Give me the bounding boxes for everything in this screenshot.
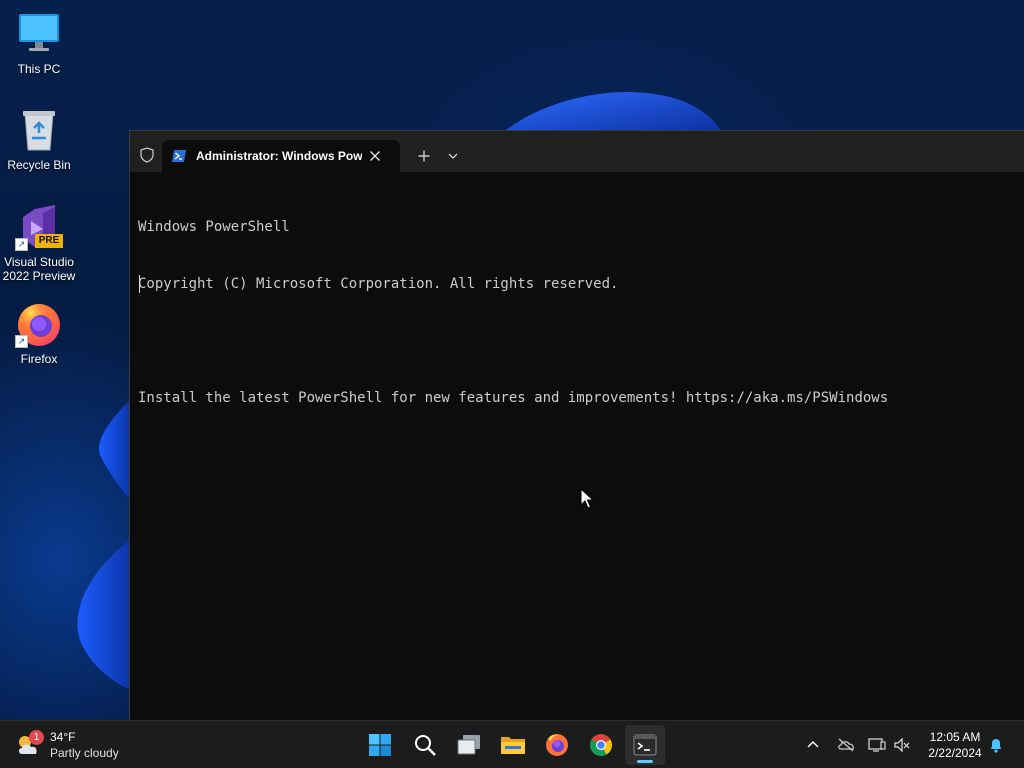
onedrive-tray-button[interactable] bbox=[834, 733, 858, 757]
console-output[interactable]: Windows PowerShell Copyright (C) Microso… bbox=[138, 180, 1024, 720]
clock[interactable]: 12:05 AM 2/22/2024 bbox=[918, 729, 992, 761]
mouse-pointer-icon bbox=[580, 488, 594, 509]
plus-icon bbox=[418, 150, 430, 162]
notifications-button[interactable] bbox=[984, 733, 1008, 757]
firefox-icon: ↗ bbox=[15, 300, 63, 348]
desktop-icon-label: Firefox bbox=[20, 352, 58, 366]
weather-text: 34°F Partly cloudy bbox=[50, 729, 119, 761]
new-tab-button[interactable] bbox=[413, 145, 435, 167]
desktop-icon-visual-studio[interactable]: PRE ↗ Visual Studio 2022 Preview bbox=[0, 203, 78, 283]
volume-muted-icon bbox=[894, 737, 910, 753]
search-icon bbox=[415, 735, 436, 756]
text-cursor bbox=[139, 275, 140, 293]
desktop-icon-label: This PC bbox=[17, 62, 61, 76]
taskbar: 1 34°F Partly cloudy 12:05 AM 2/22/2024 bbox=[0, 720, 1024, 768]
recycle-bin-icon bbox=[15, 106, 63, 154]
network-icon bbox=[868, 738, 886, 752]
chevron-down-icon bbox=[448, 153, 458, 159]
active-indicator bbox=[637, 760, 653, 763]
firefox-taskbar-button[interactable] bbox=[537, 725, 577, 765]
partly-cloudy-icon: 1 bbox=[14, 730, 44, 760]
clock-date: 2/22/2024 bbox=[928, 746, 982, 760]
shield-icon bbox=[137, 145, 157, 165]
show-hidden-icons-button[interactable] bbox=[801, 733, 825, 757]
visual-studio-icon: PRE ↗ bbox=[15, 203, 63, 251]
desktop-icon-label: Recycle Bin bbox=[7, 158, 71, 172]
terminal-tab[interactable]: Administrator: Windows PowerShell bbox=[162, 140, 400, 172]
file-explorer-button[interactable] bbox=[493, 725, 533, 765]
console-line: Copyright (C) Microsoft Corporation. All… bbox=[138, 276, 619, 292]
volume-tray-button[interactable] bbox=[890, 733, 914, 757]
weather-widget[interactable]: 1 34°F Partly cloudy bbox=[14, 727, 119, 763]
desktop-icon-label: 2022 Preview bbox=[2, 269, 76, 283]
start-icon bbox=[369, 734, 391, 756]
powershell-icon bbox=[171, 148, 187, 164]
bell-icon bbox=[991, 739, 1001, 753]
tab-dropdown-button[interactable] bbox=[442, 145, 464, 167]
tab-title: Administrator: Windows PowerShell bbox=[196, 149, 362, 163]
chrome-icon bbox=[590, 734, 612, 756]
cloud-offline-icon bbox=[838, 738, 854, 752]
notification-badge: 1 bbox=[29, 730, 44, 745]
weather-desc: Partly cloudy bbox=[50, 746, 119, 760]
pre-badge: PRE bbox=[35, 234, 63, 248]
firefox-icon bbox=[546, 734, 568, 756]
chevron-up-icon bbox=[807, 741, 819, 748]
desktop-icon-label: Visual Studio bbox=[4, 255, 74, 269]
clock-time: 12:05 AM bbox=[929, 730, 981, 744]
this-pc-icon bbox=[15, 10, 63, 58]
network-tray-button[interactable] bbox=[865, 733, 889, 757]
desktop-icon-recycle-bin[interactable]: Recycle Bin bbox=[0, 106, 78, 172]
desktop-icon-firefox[interactable]: ↗ Firefox bbox=[0, 300, 78, 366]
weather-temp: 34°F bbox=[50, 730, 76, 744]
terminal-taskbar-button[interactable] bbox=[625, 725, 665, 765]
search-button[interactable] bbox=[405, 725, 445, 765]
file-explorer-icon bbox=[501, 737, 525, 754]
terminal-window[interactable]: Administrator: Windows PowerShell Window… bbox=[129, 130, 1024, 720]
chrome-taskbar-button[interactable] bbox=[581, 725, 621, 765]
shortcut-arrow-icon: ↗ bbox=[15, 238, 28, 251]
console-line: Install the latest PowerShell for new fe… bbox=[138, 390, 889, 406]
close-tab-icon[interactable] bbox=[367, 148, 383, 164]
console-line: Windows PowerShell bbox=[138, 219, 290, 235]
task-view-icon bbox=[457, 735, 480, 755]
task-view-button[interactable] bbox=[449, 725, 489, 765]
terminal-titlebar[interactable]: Administrator: Windows PowerShell bbox=[130, 131, 1024, 172]
terminal-icon bbox=[633, 734, 657, 756]
shortcut-arrow-icon: ↗ bbox=[15, 335, 28, 348]
desktop-icon-this-pc[interactable]: This PC bbox=[0, 10, 78, 76]
start-button[interactable] bbox=[360, 725, 400, 765]
